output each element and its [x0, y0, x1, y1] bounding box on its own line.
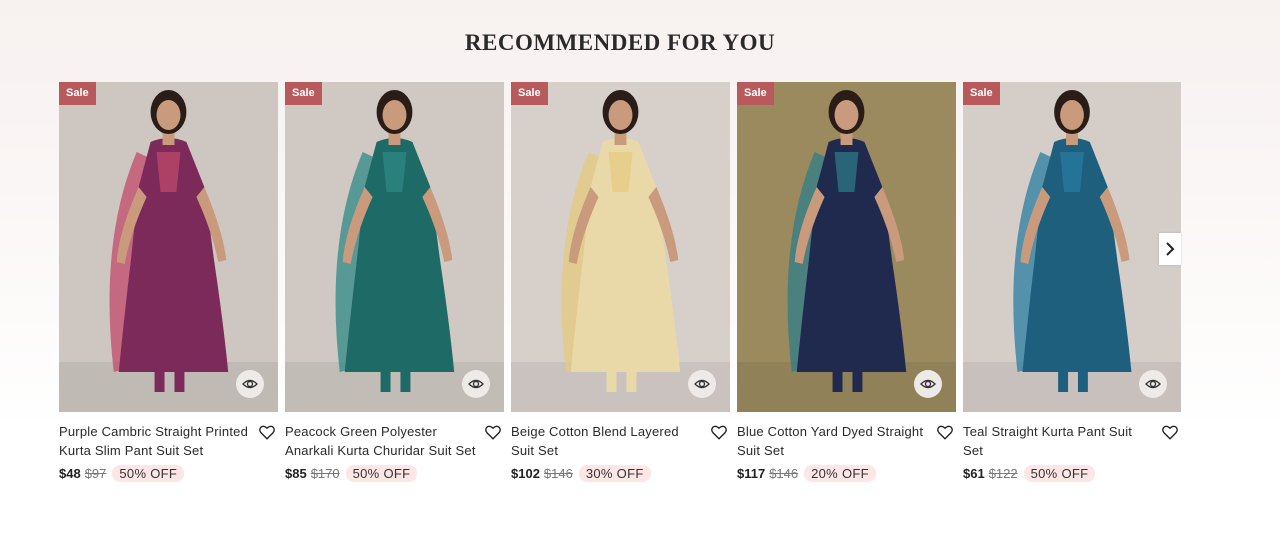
- eye-icon: [920, 379, 936, 389]
- heart-icon: [937, 425, 953, 440]
- compare-price: $122: [988, 466, 1018, 481]
- compare-price: $170: [310, 466, 340, 481]
- wishlist-button[interactable]: [1161, 423, 1179, 441]
- product-title[interactable]: Teal Straight Kurta Pant Suit Set: [963, 422, 1153, 460]
- eye-icon: [242, 379, 258, 389]
- sale-price: $102: [511, 466, 540, 481]
- heart-icon: [711, 425, 727, 440]
- sale-price: $61: [963, 466, 985, 481]
- discount-badge: 50% OFF: [112, 465, 185, 482]
- product-card-4[interactable]: Sale Blue Cotton Yard Dyed Straight Suit…: [737, 82, 956, 482]
- product-photo: [511, 82, 730, 412]
- product-image[interactable]: Sale: [59, 82, 278, 412]
- price-row: $61 $122 50% OFF: [963, 465, 1181, 482]
- sale-badge: Sale: [737, 82, 774, 105]
- sale-badge: Sale: [285, 82, 322, 105]
- compare-price: $146: [769, 466, 799, 481]
- section-title: RECOMMENDED FOR YOU: [464, 30, 776, 55]
- discount-badge: 50% OFF: [345, 465, 418, 482]
- sale-badge: Sale: [511, 82, 548, 105]
- discount-badge: 30% OFF: [578, 465, 651, 482]
- heart-icon: [1162, 425, 1178, 440]
- eye-icon: [694, 379, 710, 389]
- wishlist-button[interactable]: [484, 423, 502, 441]
- sale-price: $117: [737, 466, 766, 481]
- heart-icon: [259, 425, 275, 440]
- product-carousel: Sale Purple Cambric Straight Printed Kur…: [59, 82, 1181, 522]
- wishlist-button[interactable]: [710, 423, 728, 441]
- compare-price: $146: [543, 466, 573, 481]
- sale-badge: Sale: [963, 82, 1000, 105]
- product-title[interactable]: Beige Cotton Blend Layered Suit Set: [511, 422, 702, 460]
- product-title[interactable]: Blue Cotton Yard Dyed Straight Suit Set: [737, 422, 928, 460]
- product-photo: [737, 82, 956, 412]
- product-card-1[interactable]: Sale Purple Cambric Straight Printed Kur…: [59, 82, 278, 482]
- wishlist-button[interactable]: [936, 423, 954, 441]
- product-card-2[interactable]: Sale Peacock Green Polyester Anarkali Ku…: [285, 82, 504, 482]
- product-card-5[interactable]: Sale Teal Straight Kurta Pant Suit Set $…: [963, 82, 1181, 482]
- quickview-button[interactable]: [914, 370, 942, 398]
- product-image[interactable]: Sale: [511, 82, 730, 412]
- compare-price: $97: [84, 466, 107, 481]
- product-title[interactable]: Peacock Green Polyester Anarkali Kurta C…: [285, 422, 476, 460]
- sale-price: $48: [59, 466, 81, 481]
- sale-badge: Sale: [59, 82, 96, 105]
- discount-badge: 20% OFF: [804, 465, 876, 482]
- product-image[interactable]: Sale: [963, 82, 1181, 412]
- quickview-button[interactable]: [688, 370, 716, 398]
- quickview-button[interactable]: [1139, 370, 1167, 398]
- eye-icon: [468, 379, 484, 389]
- quickview-button[interactable]: [462, 370, 490, 398]
- carousel-next-button[interactable]: [1159, 233, 1181, 265]
- discount-badge: 50% OFF: [1023, 465, 1096, 482]
- quickview-button[interactable]: [236, 370, 264, 398]
- price-row: $117 $146 20% OFF: [737, 465, 956, 482]
- product-photo: [963, 82, 1181, 412]
- chevron-right-icon: [1166, 242, 1175, 256]
- product-image[interactable]: Sale: [285, 82, 504, 412]
- price-row: $85 $170 50% OFF: [285, 465, 504, 482]
- wishlist-button[interactable]: [258, 423, 276, 441]
- product-photo: [59, 82, 278, 412]
- price-row: $48 $97 50% OFF: [59, 465, 278, 482]
- price-row: $102 $146 30% OFF: [511, 465, 730, 482]
- product-card-3[interactable]: Sale Beige Cotton Blend Layered Suit Set…: [511, 82, 730, 482]
- product-photo: [285, 82, 504, 412]
- sale-price: $85: [285, 466, 307, 481]
- heart-icon: [485, 425, 501, 440]
- product-title[interactable]: Purple Cambric Straight Printed Kurta Sl…: [59, 422, 250, 460]
- eye-icon: [1145, 379, 1161, 389]
- product-image[interactable]: Sale: [737, 82, 956, 412]
